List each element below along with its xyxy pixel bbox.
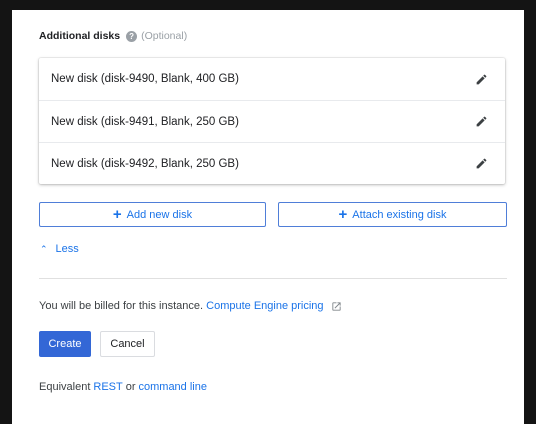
additional-disks-heading: Additional disks ? (Optional) xyxy=(39,30,187,42)
add-new-disk-button[interactable]: + Add new disk xyxy=(39,202,266,227)
command-line-link[interactable]: command line xyxy=(139,381,207,393)
cancel-button[interactable]: Cancel xyxy=(100,331,155,357)
chevron-up-icon: ⌃ xyxy=(40,243,48,254)
or-text: or xyxy=(125,381,136,393)
disk-row[interactable]: New disk (disk-9491, Blank, 250 GB) xyxy=(39,100,505,142)
add-new-disk-label: Add new disk xyxy=(126,208,193,221)
plus-icon: + xyxy=(338,206,348,223)
disk-label: New disk (disk-9491, Blank, 250 GB) xyxy=(51,115,239,128)
disk-label: New disk (disk-9490, Blank, 400 GB) xyxy=(51,73,239,85)
disk-label: New disk (disk-9492, Blank, 250 GB) xyxy=(51,157,239,170)
create-button[interactable]: Create xyxy=(39,331,91,357)
equivalent-text: Equivalent xyxy=(39,381,91,393)
edit-pencil-icon[interactable] xyxy=(473,71,489,87)
disk-list: New disk (disk-9490, Blank, 400 GB) New … xyxy=(39,58,505,184)
plus-icon: + xyxy=(112,206,122,223)
rest-link[interactable]: REST xyxy=(93,381,122,393)
less-toggle[interactable]: ⌃ Less xyxy=(40,243,79,255)
optional-label: (Optional) xyxy=(141,30,188,42)
edit-pencil-icon[interactable] xyxy=(473,156,489,172)
less-label: Less xyxy=(55,243,79,255)
attach-existing-disk-button[interactable]: + Attach existing disk xyxy=(278,202,507,227)
help-icon[interactable]: ? xyxy=(126,30,138,42)
compute-engine-pricing-link[interactable]: Compute Engine pricing xyxy=(206,300,323,312)
external-link-icon[interactable] xyxy=(331,301,342,312)
billing-note: You will be billed for this instance. Co… xyxy=(39,300,342,312)
billing-text: You will be billed for this instance. xyxy=(39,300,204,312)
edit-pencil-icon[interactable] xyxy=(473,114,489,130)
divider xyxy=(39,278,507,279)
disk-row[interactable]: New disk (disk-9490, Blank, 400 GB) xyxy=(39,58,505,100)
equivalent-rest-line: Equivalent REST or command line xyxy=(39,381,210,393)
additional-disks-title: Additional disks xyxy=(39,30,121,42)
disk-row[interactable]: New disk (disk-9492, Blank, 250 GB) xyxy=(39,142,505,184)
create-instance-panel: Additional disks ? (Optional) New disk (… xyxy=(12,10,524,424)
attach-existing-disk-label: Attach existing disk xyxy=(352,208,447,221)
